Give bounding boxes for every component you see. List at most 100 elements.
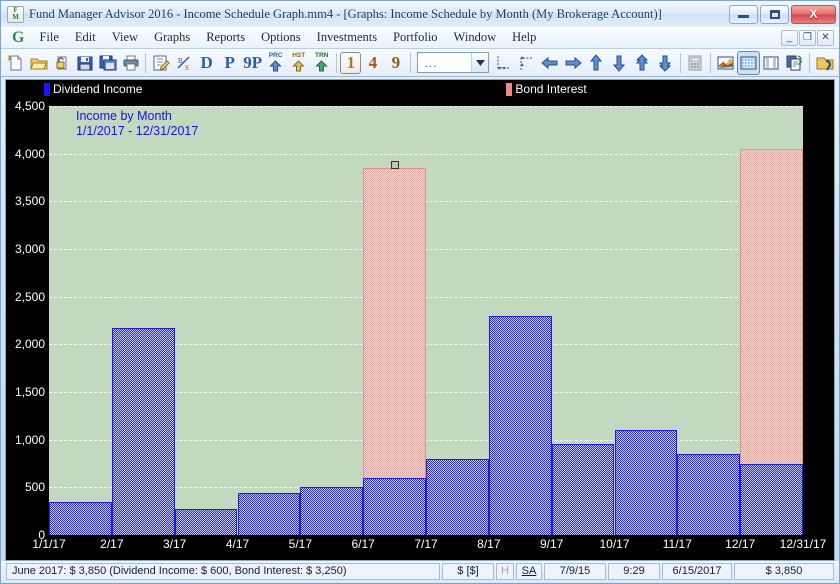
status-h-flag[interactable]: H (496, 562, 514, 580)
help-icon[interactable] (813, 51, 836, 75)
chart-legend: Dividend Income Bond Interest (6, 80, 834, 98)
y-axis-tick-label: 3,500 (14, 194, 45, 209)
arrow-up-icon (292, 60, 305, 72)
dividend-button[interactable]: D (195, 51, 218, 75)
minimize-icon (738, 15, 749, 18)
view-9-button[interactable]: 9 (384, 51, 407, 75)
status-date-second: 6/15/2017 (662, 562, 732, 580)
x-axis-tick-label: 8/17 (477, 537, 501, 551)
save-all-icon[interactable] (96, 51, 119, 75)
transaction-import-button[interactable]: TRN (310, 51, 333, 75)
x-axis-tick-label: 5/17 (288, 537, 313, 551)
zoom-y-axis-icon[interactable] (515, 51, 538, 75)
menu-item-help[interactable]: Help (504, 27, 544, 48)
toolbar-separator (808, 52, 810, 73)
x-axis-tick-label: 10/17 (599, 537, 630, 551)
bar-dividend-income[interactable] (426, 458, 489, 535)
x-axis-tick-label: 11/17 (662, 537, 692, 551)
window-minimize-button[interactable] (729, 4, 758, 24)
graph-document[interactable]: Dividend Income Bond Interest Income by … (5, 79, 835, 561)
menu-item-reports[interactable]: Reports (198, 27, 253, 48)
menu-item-portfolio[interactable]: Portfolio (385, 27, 445, 48)
menu-item-window[interactable]: Window (446, 27, 505, 48)
menu-item-edit[interactable]: Edit (67, 27, 104, 48)
arrow-up-icon[interactable] (585, 51, 608, 75)
x-axis-tick-label: 12/17 (725, 537, 756, 551)
open-folder-icon[interactable] (27, 51, 50, 75)
zoom-x-axis-icon[interactable] (492, 51, 515, 75)
copy-report-icon[interactable] (783, 51, 806, 75)
plot-area-wrapper: Income by Month 1/1/2017 - 12/31/2017 05… (6, 98, 834, 560)
toolbar-separator (679, 52, 681, 73)
bar-dividend-income[interactable] (111, 328, 175, 535)
window-close-button[interactable]: X (791, 4, 836, 24)
chart-title: Income by Month (76, 109, 172, 123)
legend-item-bond-interest[interactable]: Bond Interest (506, 82, 587, 96)
y-axis-tick-label: 3,000 (14, 242, 45, 256)
bar-dividend-income[interactable] (677, 453, 741, 535)
x-axis-tick-label: 1/1/17 (32, 537, 66, 551)
view-1-button[interactable]: 1 (340, 51, 362, 74)
arrow-down-page-icon[interactable] (654, 51, 677, 75)
x-axis-tick-label: 4/17 (225, 537, 250, 551)
plot-area[interactable]: Income by Month 1/1/2017 - 12/31/2017 05… (15, 99, 826, 551)
history-import-button[interactable]: HST (287, 51, 310, 75)
legend-item-dividend-income[interactable]: Dividend Income (44, 82, 142, 96)
price-import-button[interactable]: PRC (264, 51, 287, 75)
gridline (49, 153, 803, 155)
mdi-window-controls: _ ❐ ✕ (780, 29, 837, 46)
toolbar: B S D P 9P PRC HST TRN 1 4 9 ... (1, 49, 839, 77)
bar-bond-interest[interactable] (740, 148, 803, 464)
legend-label-bond-interest: Bond Interest (515, 82, 587, 96)
bar-dividend-income[interactable] (363, 477, 426, 535)
menu-item-graphs[interactable]: Graphs (146, 27, 198, 48)
bar-dividend-income[interactable] (488, 315, 552, 535)
bar-dividend-income[interactable] (740, 463, 803, 535)
chart-subtitle: 1/1/2017 - 12/31/2017 (76, 124, 199, 138)
chevron-down-icon[interactable] (471, 53, 489, 72)
nine-p-button[interactable]: 9P (241, 51, 264, 75)
edit-note-icon[interactable] (149, 51, 172, 75)
bar-dividend-income[interactable] (551, 444, 615, 535)
bar-dividend-income[interactable] (237, 493, 301, 535)
y-axis-tick-label: 4,500 (14, 99, 45, 113)
legend-swatch-dividend-income (44, 82, 50, 96)
selection-handle[interactable] (390, 160, 399, 169)
chart-grid-icon[interactable] (736, 50, 760, 75)
arrow-right-icon[interactable] (562, 51, 585, 75)
x-axis-tick-label: 2/17 (100, 537, 124, 551)
status-currency[interactable]: $ [$] (442, 562, 494, 580)
x-axis-tick-label: 7/17 (414, 537, 438, 551)
menu-item-view[interactable]: View (104, 27, 146, 48)
percent-split-icon[interactable]: B S (172, 51, 195, 75)
menu-bar: G File Edit View Graphs Reports Options … (1, 27, 839, 49)
bar-dividend-income[interactable] (174, 509, 238, 535)
lock-file-icon[interactable] (50, 51, 73, 75)
arrow-left-icon[interactable] (539, 51, 562, 75)
arrow-up-page-icon[interactable] (631, 51, 654, 75)
bar-dividend-income[interactable] (614, 430, 678, 535)
bar-dividend-income[interactable] (49, 501, 112, 535)
chart-columns-icon[interactable] (760, 51, 783, 75)
print-icon[interactable] (119, 51, 142, 75)
menu-item-file[interactable]: File (31, 27, 66, 48)
graph-select-combo[interactable]: ... (417, 52, 490, 73)
view-4-button[interactable]: 4 (361, 51, 384, 75)
new-file-icon[interactable] (4, 51, 27, 75)
save-icon[interactable] (73, 51, 96, 75)
menu-item-investments[interactable]: Investments (309, 27, 385, 48)
window-maximize-button[interactable] (760, 4, 789, 24)
chart-area-icon[interactable] (714, 51, 737, 75)
bar-bond-interest[interactable] (363, 167, 426, 478)
menu-item-options[interactable]: Options (253, 27, 309, 48)
mdi-close-button[interactable]: ✕ (817, 29, 834, 46)
gridline (49, 296, 803, 298)
title-bar: F M Fund Manager Advisor 2016 - Income S… (1, 1, 839, 27)
price-button[interactable]: P (218, 51, 241, 75)
app-icon-letter-bottom: M (12, 13, 19, 21)
mdi-restore-button[interactable]: ❐ (799, 29, 816, 46)
mdi-minimize-button[interactable]: _ (781, 29, 798, 46)
status-sa-flag[interactable]: SA (516, 562, 542, 580)
bar-dividend-income[interactable] (300, 487, 364, 535)
arrow-down-icon[interactable] (608, 51, 631, 75)
